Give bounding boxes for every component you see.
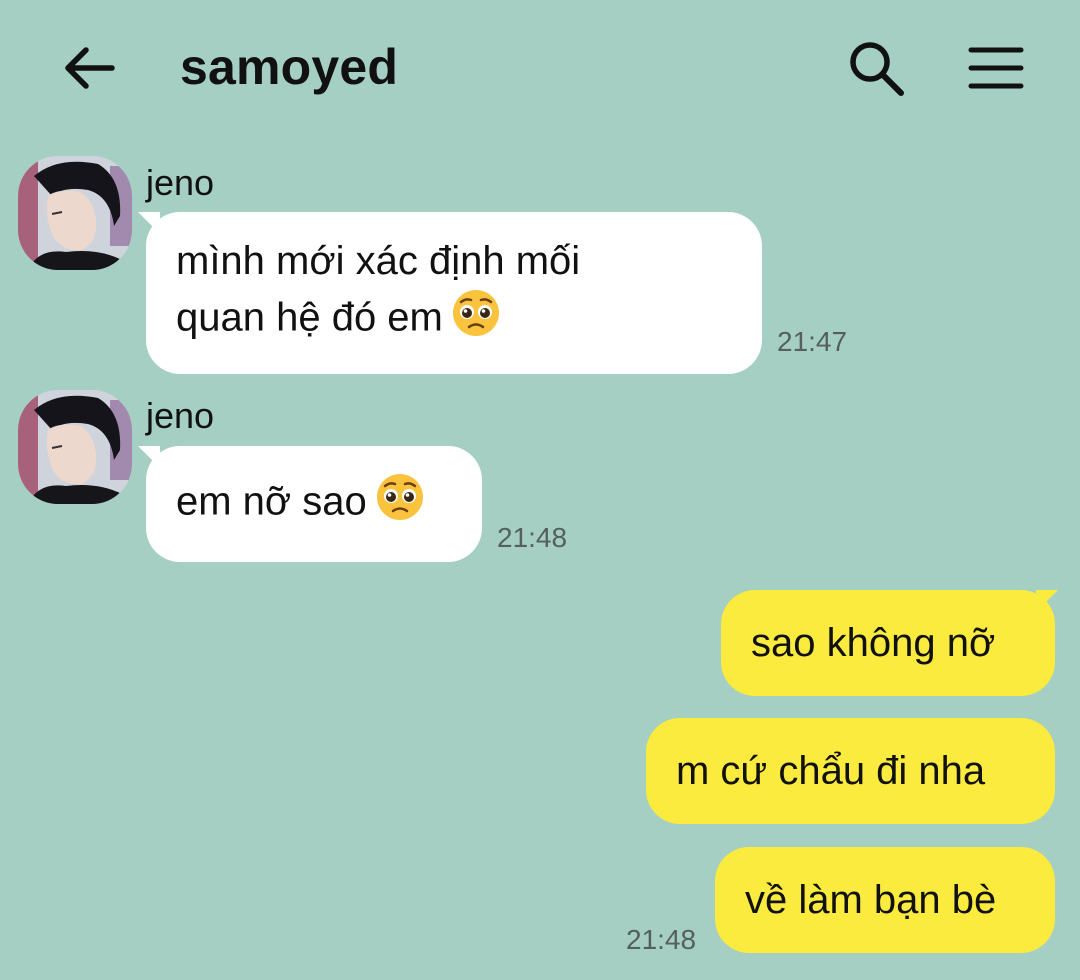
message-line-with-emoji: em nỡ sao	[176, 472, 452, 536]
message-line-with-emoji: quan hệ đó em	[176, 288, 732, 352]
message-line: quan hệ đó em	[176, 295, 443, 340]
message-bubble-outgoing[interactable]: về làm bạn bè	[715, 847, 1055, 953]
hamburger-menu-icon	[968, 47, 1024, 89]
message-timestamp: 21:48	[497, 522, 568, 553]
pleading-face-emoji	[451, 288, 501, 352]
message-bubble-outgoing[interactable]: m cứ chẩu đi nha	[646, 718, 1055, 824]
sender-name: jeno	[146, 162, 215, 203]
message-bubble-incoming[interactable]: em nỡ sao	[146, 446, 482, 562]
message-text: sao không nỡ	[751, 621, 996, 665]
message-timestamp: 21:48	[626, 924, 697, 955]
avatar[interactable]	[18, 156, 132, 270]
message-line: em nỡ sao	[176, 479, 367, 524]
message-line: mình mới xác định mối	[176, 239, 581, 283]
chat-title: samoyed	[180, 39, 399, 95]
search-button[interactable]	[842, 36, 910, 100]
avatar[interactable]	[18, 390, 132, 504]
message-bubble-incoming[interactable]: mình mới xác định mối quan hệ đó em	[146, 212, 762, 374]
message-text: về làm bạn bè	[745, 878, 997, 922]
sender-name: jeno	[146, 395, 215, 436]
pleading-face-emoji	[375, 472, 425, 536]
menu-button[interactable]	[964, 36, 1028, 100]
arrow-left-icon	[65, 47, 115, 89]
chat-screen: samoyed jeno mình mới xác định mối quan …	[0, 0, 1080, 980]
back-button[interactable]	[56, 36, 120, 100]
message-bubble-outgoing[interactable]: sao không nỡ	[721, 590, 1055, 696]
search-icon	[850, 42, 904, 96]
chat-header: samoyed	[0, 0, 1080, 135]
message-timestamp: 21:47	[777, 326, 848, 357]
message-text: m cứ chẩu đi nha	[676, 749, 986, 793]
